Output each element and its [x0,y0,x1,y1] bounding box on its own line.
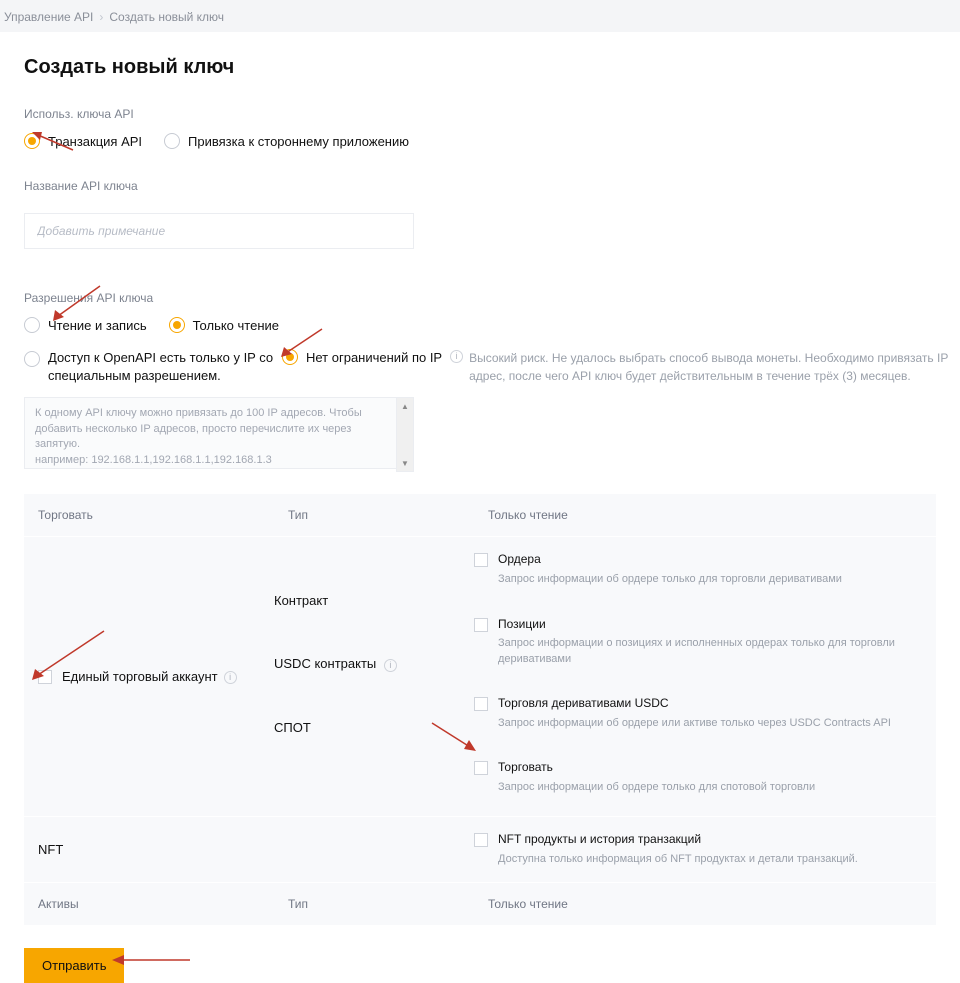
radio-label: Транзакция API [48,134,142,149]
breadcrumb-item-api-management[interactable]: Управление API [4,10,93,24]
radio-label: Только чтение [193,318,279,333]
submit-button[interactable]: Отправить [24,948,124,983]
breadcrumb: Управление API › Создать новый ключ [0,0,960,32]
read-item-desc: Запрос информации о позициях и исполненн… [498,636,922,667]
radio-ip-restricted[interactable]: Доступ к OpenAPI есть только у IP со спе… [24,349,282,385]
checkbox-nft-products[interactable] [474,833,488,847]
nft-label: NFT [38,842,63,857]
checkbox-positions[interactable] [474,618,488,632]
section-label-permissions: Разрешения API ключа [24,291,936,305]
checkbox-orders[interactable] [474,553,488,567]
column-header-type: Тип [288,508,488,522]
scroll-down-icon[interactable] [397,455,413,471]
scrollbar[interactable] [396,397,414,472]
api-key-name-input[interactable] [24,213,414,249]
type-spot: СПОТ [274,696,474,749]
read-item-title: Торговля деривативами USDC [498,695,891,712]
read-item-title: NFT продукты и история транзакций [498,831,858,848]
read-item-desc: Доступна только информация об NFT продук… [498,852,858,867]
radio-api-transaction[interactable]: Транзакция API [24,133,142,149]
chevron-right-icon: › [99,10,103,24]
column-header-readonly: Только чтение [488,897,920,911]
checkbox-usdc-derivatives[interactable] [474,697,488,711]
type-contract: Контракт [274,537,474,632]
info-icon: i [450,350,463,363]
read-item-title: Позиции [498,616,922,633]
section-label-key-name: Название API ключа [24,179,936,193]
radio-label: Привязка к стороннему приложению [188,134,409,149]
column-header-trade: Торговать [38,508,288,522]
radio-label: Чтение и запись [48,318,147,333]
breadcrumb-item-create-key: Создать новый ключ [109,10,224,24]
info-icon: i [224,671,237,684]
read-item-title: Ордера [498,551,842,568]
read-item-desc: Запрос информации об ордере только для с… [498,780,815,795]
page-title: Создать новый ключ [24,56,936,79]
column-header-assets: Активы [38,897,288,911]
info-icon: i [384,659,397,672]
checkbox-unified-trading[interactable] [38,670,52,684]
radio-label: Доступ к OpenAPI есть только у IP со спе… [48,349,282,385]
unified-trading-label: Единый торговый аккаунт [62,669,218,684]
radio-ip-unrestricted[interactable]: Нет ограничений по IP [282,349,442,365]
section-label-usage: Использ. ключа API [24,107,936,121]
risk-text: Высокий риск. Не удалось выбрать способ … [469,349,952,385]
trade-category-nft: NFT [24,817,274,881]
read-item-desc: Запрос информации об ордере только для т… [498,572,842,587]
radio-bind-third-party[interactable]: Привязка к стороннему приложению [164,133,409,149]
radio-label: Нет ограничений по IP [306,350,442,365]
ip-whitelist-textarea [24,397,414,469]
read-item-desc: Запрос информации об ордере или активе т… [498,716,891,731]
scroll-up-icon[interactable] [397,398,413,414]
type-usdc-contracts: USDC контракты i [274,632,474,696]
read-item-title: Торговать [498,759,815,776]
checkbox-spot-trade[interactable] [474,761,488,775]
column-header-readonly: Только чтение [488,508,920,522]
type-usdc-label: USDC контракты [274,656,376,671]
column-header-type: Тип [288,897,488,911]
radio-read-write[interactable]: Чтение и запись [24,317,147,333]
radio-read-only[interactable]: Только чтение [169,317,279,333]
